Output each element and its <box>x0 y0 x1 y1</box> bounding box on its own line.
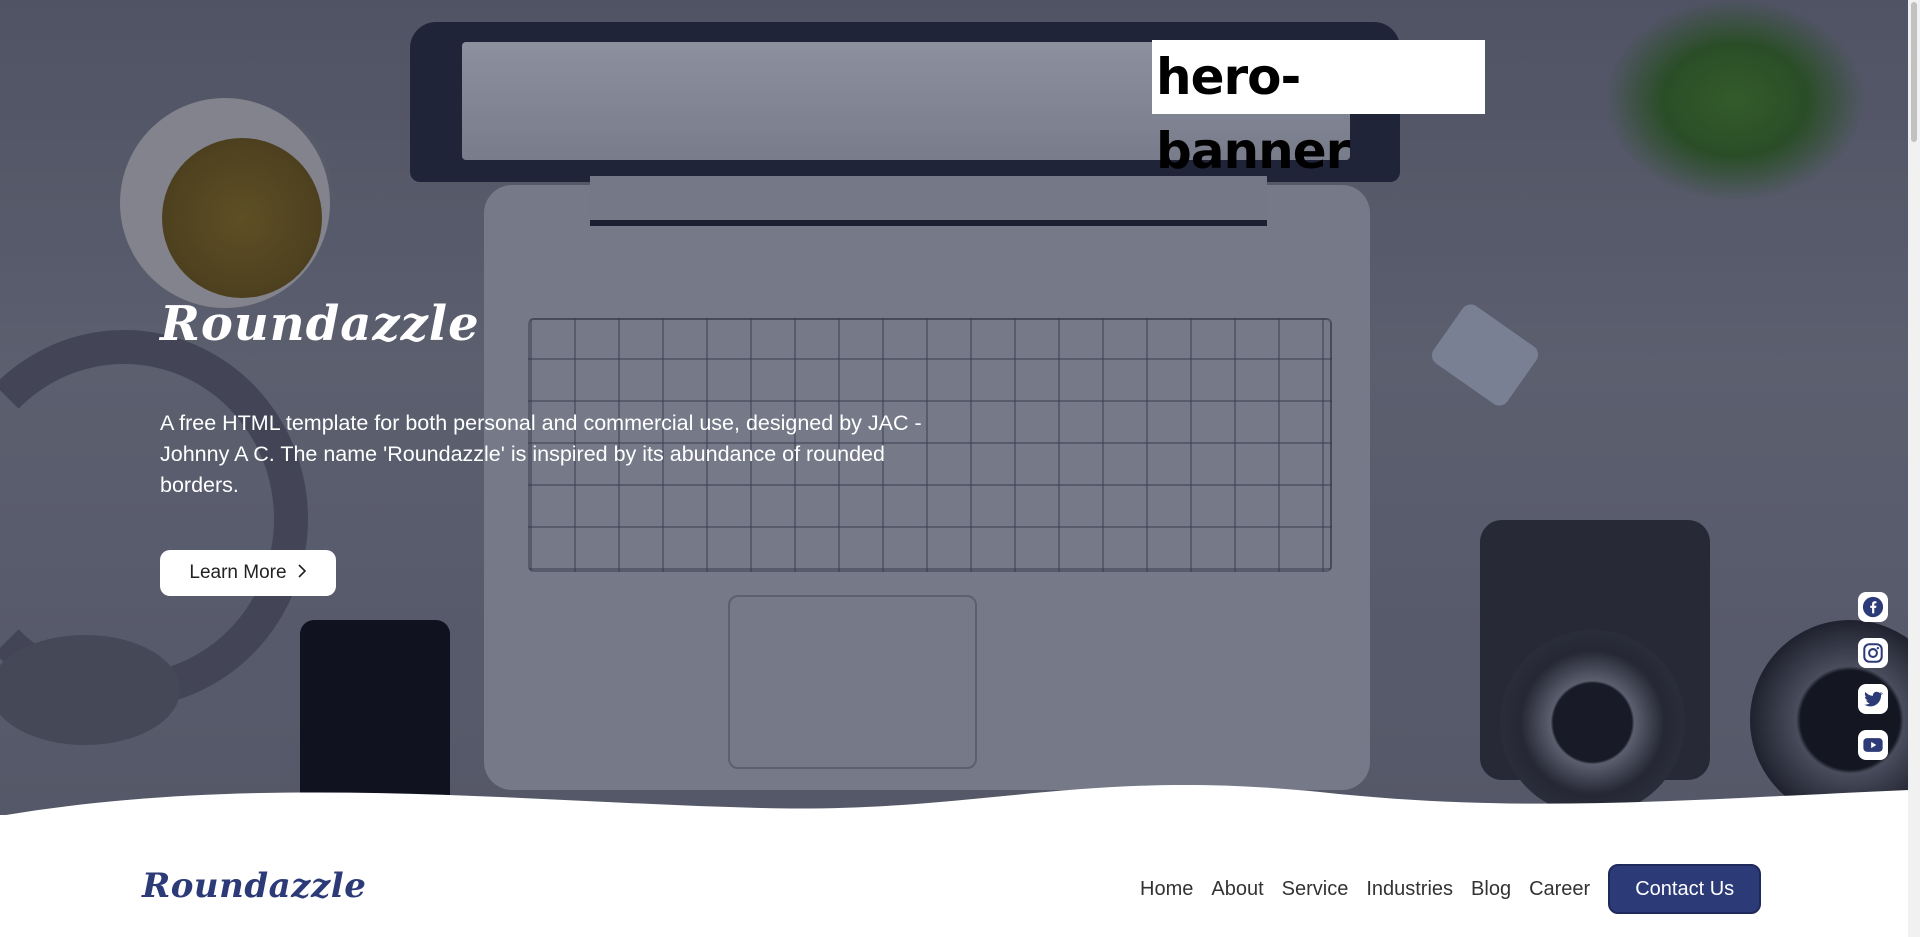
scrollbar-thumb[interactable] <box>1911 2 1917 142</box>
nav-link-about[interactable]: About <box>1211 878 1263 901</box>
facebook-icon[interactable] <box>1858 592 1888 622</box>
youtube-icon[interactable] <box>1858 730 1888 760</box>
nav-link-industries[interactable]: Industries <box>1366 878 1453 901</box>
section-label: hero-banner <box>1152 40 1485 180</box>
nav-link-home[interactable]: Home <box>1140 878 1193 901</box>
nav-link-blog[interactable]: Blog <box>1471 878 1511 901</box>
twitter-icon[interactable] <box>1858 684 1888 714</box>
learn-more-button[interactable]: Learn More <box>160 550 336 596</box>
nav-link-career[interactable]: Career <box>1529 878 1590 901</box>
social-links <box>1858 592 1888 760</box>
learn-more-label: Learn More <box>189 562 287 583</box>
contact-us-button[interactable]: Contact Us <box>1608 864 1762 914</box>
hero-wave-divider <box>6 785 1908 815</box>
chevron-right-icon <box>297 563 307 583</box>
nav-link-service[interactable]: Service <box>1282 878 1349 901</box>
hero-title: Roundazzle <box>160 296 480 352</box>
instagram-icon[interactable] <box>1858 638 1888 668</box>
nav-logo[interactable]: Roundazzle <box>142 866 366 906</box>
hero-description: A free HTML template for both personal a… <box>160 411 922 497</box>
nav-links: Home About Service Industries Blog Caree… <box>1140 864 1762 914</box>
